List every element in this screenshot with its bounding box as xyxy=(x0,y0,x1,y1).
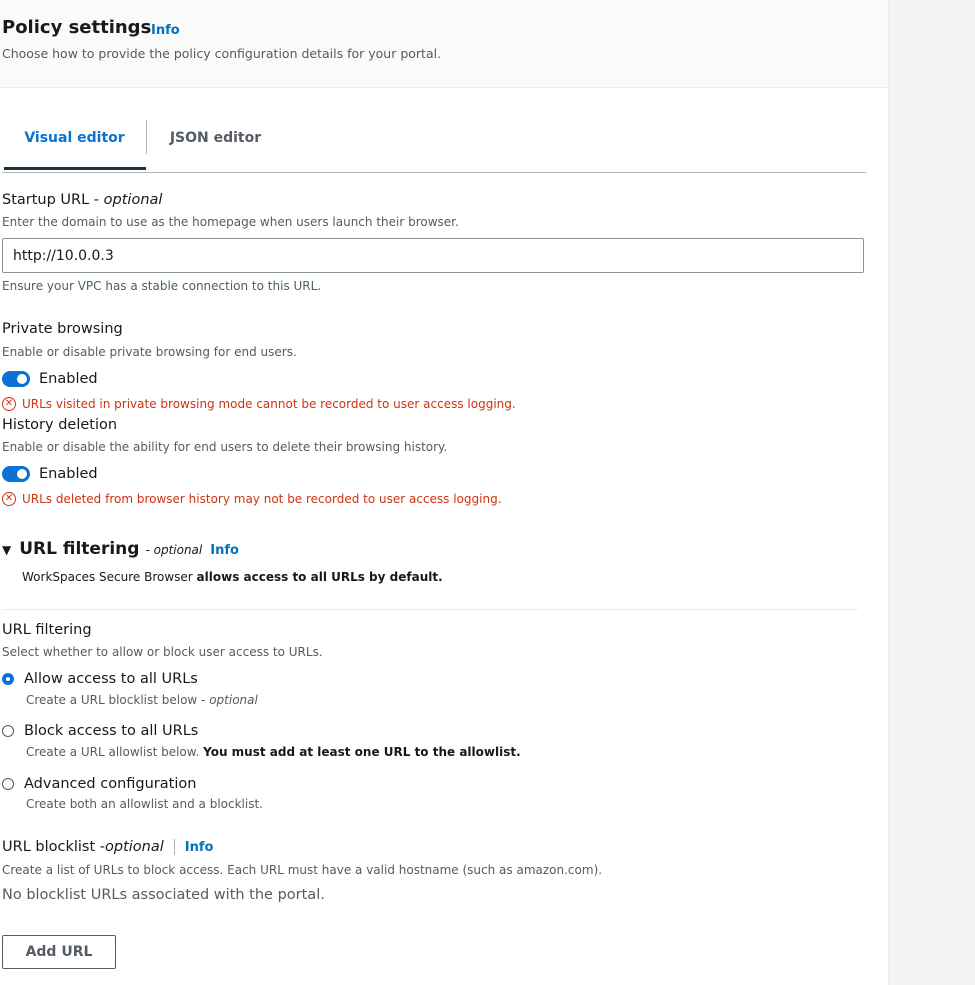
url-filtering-section-optional: - optional xyxy=(145,543,203,557)
info-link[interactable]: Info xyxy=(210,543,239,558)
url-blocklist-label: URL blocklist - optional Info xyxy=(2,839,214,855)
history-deletion-toggle-label: Enabled xyxy=(39,466,98,482)
tab-divider xyxy=(146,120,147,154)
radio-description: Create a URL allowlist below. You must a… xyxy=(26,745,521,759)
panel-header: Policy settings Info Choose how to provi… xyxy=(0,0,888,88)
page-description: Choose how to provide the policy configu… xyxy=(2,46,442,61)
page-title: Policy settings xyxy=(2,17,152,38)
info-link[interactable]: Info xyxy=(151,23,180,38)
history-deletion-label: History deletion xyxy=(2,417,118,433)
history-deletion-toggle[interactable] xyxy=(2,466,30,482)
toggle-knob xyxy=(17,374,27,384)
private-browsing-toggle-label: Enabled xyxy=(39,371,98,387)
private-browsing-warning: ✕ URLs visited in private browsing mode … xyxy=(2,396,516,412)
private-browsing-label: Private browsing xyxy=(2,321,123,337)
tab-visual-editor[interactable]: Visual editor xyxy=(4,118,145,170)
caret-down-filled-icon[interactable]: ▼ xyxy=(2,543,11,557)
error-circle-icon: ✕ xyxy=(2,397,16,411)
error-circle-icon: ✕ xyxy=(2,492,16,506)
url-blocklist-empty-text: No blocklist URLs associated with the po… xyxy=(2,887,325,903)
section-divider xyxy=(2,609,858,610)
radio-button-selected[interactable] xyxy=(2,673,14,685)
radio-button[interactable] xyxy=(2,725,14,737)
startup-url-input[interactable] xyxy=(2,238,864,273)
private-browsing-description: Enable or disable private browsing for e… xyxy=(2,345,297,359)
private-browsing-toggle-row: Enabled xyxy=(2,369,98,389)
toggle-knob xyxy=(17,469,27,479)
label-separator xyxy=(173,839,175,855)
startup-url-description: Enter the domain to use as the homepage … xyxy=(2,215,459,229)
private-browsing-warning-text: URLs visited in private browsing mode ca… xyxy=(22,397,516,411)
radio-block-all-urls[interactable]: Block access to all URLs xyxy=(2,721,198,741)
active-tab-indicator xyxy=(4,167,146,170)
policy-settings-panel: Policy settings Info Choose how to provi… xyxy=(0,0,888,985)
editor-tabs: Visual editor JSON editor xyxy=(2,118,866,173)
radio-label: Block access to all URLs xyxy=(24,723,199,739)
radio-label: Advanced configuration xyxy=(24,776,197,792)
add-url-button[interactable]: Add URL xyxy=(2,935,116,969)
url-filtering-description: Select whether to allow or block user ac… xyxy=(2,645,323,659)
history-deletion-toggle-row: Enabled xyxy=(2,464,98,484)
right-side-panel xyxy=(888,0,975,985)
private-browsing-toggle[interactable] xyxy=(2,371,30,387)
radio-button[interactable] xyxy=(2,778,14,790)
url-filtering-section-header[interactable]: ▼ URL filtering - optional Info xyxy=(2,539,239,563)
startup-url-hint: Ensure your VPC has a stable connection … xyxy=(2,279,322,293)
radio-allow-all-urls[interactable]: Allow access to all URLs xyxy=(2,669,198,689)
info-link[interactable]: Info xyxy=(185,840,214,855)
url-filtering-section-description: WorkSpaces Secure Browser allows access … xyxy=(22,570,443,584)
startup-url-label: Startup URL - optional xyxy=(2,192,163,208)
radio-description: Create a URL blocklist below - optional xyxy=(26,693,258,707)
url-blocklist-description: Create a list of URLs to block access. E… xyxy=(2,863,603,877)
history-deletion-warning: ✕ URLs deleted from browser history may … xyxy=(2,491,502,507)
history-deletion-warning-text: URLs deleted from browser history may no… xyxy=(22,492,502,506)
url-filtering-section-title: URL filtering xyxy=(19,539,140,559)
radio-description: Create both an allowlist and a blocklist… xyxy=(26,797,263,811)
radio-advanced-configuration[interactable]: Advanced configuration xyxy=(2,774,196,794)
radio-label: Allow access to all URLs xyxy=(24,671,198,687)
tab-json-editor[interactable]: JSON editor xyxy=(148,118,283,170)
history-deletion-description: Enable or disable the ability for end us… xyxy=(2,440,448,454)
url-filtering-label: URL filtering xyxy=(2,622,92,638)
